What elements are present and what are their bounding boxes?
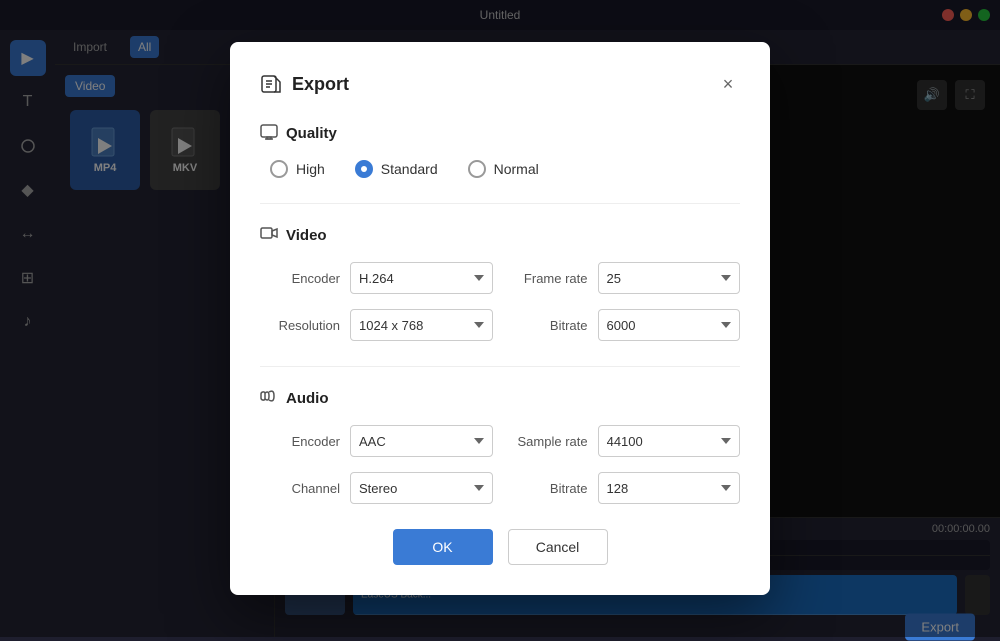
video-section-title: Video xyxy=(286,227,327,244)
audio-channel-label: Channel xyxy=(270,481,340,496)
quality-high-label: High xyxy=(296,161,325,177)
audio-samplerate-row: Sample rate 22050 44100 48000 xyxy=(518,425,741,457)
audio-form-grid: Encoder AAC MP3 PCM Sample rate 22050 44… xyxy=(260,425,740,504)
audio-section-title: Audio xyxy=(286,390,329,407)
quality-section-title: Quality xyxy=(286,125,337,142)
quality-normal-option[interactable]: Normal xyxy=(468,160,539,178)
dialog-title-area: Export xyxy=(260,72,349,97)
audio-encoder-select[interactable]: AAC MP3 PCM xyxy=(350,425,493,457)
quality-standard-radio[interactable] xyxy=(355,160,373,178)
audio-bitrate-row: Bitrate 64 128 192 256 320 xyxy=(518,472,741,504)
quality-icon xyxy=(260,122,278,145)
video-encoder-row: Encoder H.264 H.265 VP9 xyxy=(270,262,493,294)
video-icon xyxy=(260,224,278,247)
modal-overlay: Export × Quality High xyxy=(0,0,1000,637)
video-form-grid: Encoder H.264 H.265 VP9 Frame rate 24 25… xyxy=(260,262,740,341)
video-encoder-label: Encoder xyxy=(270,271,340,286)
video-section: Video Encoder H.264 H.265 VP9 Frame rate xyxy=(260,224,740,341)
export-dialog: Export × Quality High xyxy=(230,42,770,595)
video-section-header: Video xyxy=(260,224,740,247)
quality-section-header: Quality xyxy=(260,122,740,145)
quality-high-option[interactable]: High xyxy=(270,160,325,178)
video-resolution-label: Resolution xyxy=(270,318,340,333)
audio-channel-select[interactable]: Mono Stereo xyxy=(350,472,493,504)
audio-section-header: Audio xyxy=(260,387,740,410)
video-bitrate-select[interactable]: 2000 4000 6000 8000 10000 xyxy=(598,309,741,341)
quality-normal-radio[interactable] xyxy=(468,160,486,178)
ok-button[interactable]: OK xyxy=(393,529,493,565)
audio-encoder-row: Encoder AAC MP3 PCM xyxy=(270,425,493,457)
audio-bitrate-select[interactable]: 64 128 192 256 320 xyxy=(598,472,741,504)
dialog-footer: OK Cancel xyxy=(260,529,740,565)
export-icon xyxy=(260,72,282,97)
video-bitrate-label: Bitrate xyxy=(518,318,588,333)
audio-section: Audio Encoder AAC MP3 PCM Sample rate 22 xyxy=(260,387,740,504)
quality-standard-label: Standard xyxy=(381,161,438,177)
dialog-close-btn[interactable]: × xyxy=(716,73,740,97)
dialog-title: Export xyxy=(292,74,349,95)
video-framerate-select[interactable]: 24 25 30 60 xyxy=(598,262,741,294)
video-resolution-row: Resolution 1920 x 1080 1280 x 720 1024 x… xyxy=(270,309,493,341)
audio-channel-row: Channel Mono Stereo xyxy=(270,472,493,504)
dialog-header: Export × xyxy=(260,72,740,97)
video-bitrate-row: Bitrate 2000 4000 6000 8000 10000 xyxy=(518,309,741,341)
video-framerate-label: Frame rate xyxy=(518,271,588,286)
audio-bitrate-label: Bitrate xyxy=(518,481,588,496)
audio-samplerate-select[interactable]: 22050 44100 48000 xyxy=(598,425,740,457)
video-framerate-row: Frame rate 24 25 30 60 xyxy=(518,262,741,294)
audio-encoder-label: Encoder xyxy=(270,434,340,449)
cancel-button[interactable]: Cancel xyxy=(508,529,608,565)
quality-section: Quality High Standard Normal xyxy=(260,122,740,178)
divider-1 xyxy=(260,203,740,204)
quality-standard-option[interactable]: Standard xyxy=(355,160,438,178)
divider-2 xyxy=(260,366,740,367)
video-resolution-select[interactable]: 1920 x 1080 1280 x 720 1024 x 768 854 x … xyxy=(350,309,493,341)
quality-normal-label: Normal xyxy=(494,161,539,177)
video-encoder-select[interactable]: H.264 H.265 VP9 xyxy=(350,262,493,294)
quality-radio-group: High Standard Normal xyxy=(260,160,740,178)
audio-samplerate-label: Sample rate xyxy=(518,434,588,449)
quality-high-radio[interactable] xyxy=(270,160,288,178)
audio-icon xyxy=(260,387,278,410)
